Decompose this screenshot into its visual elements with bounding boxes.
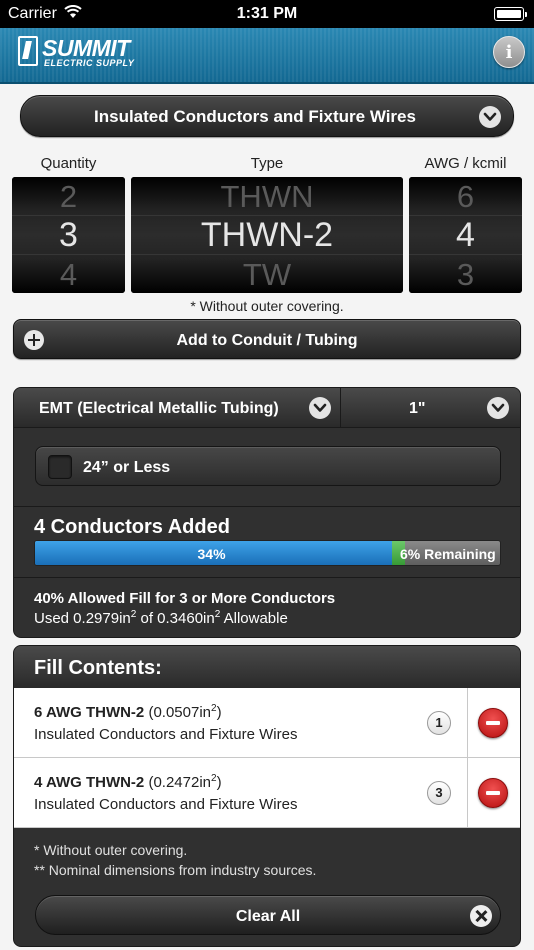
status-bar: Carrier 1:31 PM: [0, 0, 534, 28]
list-item[interactable]: 4 AWG THWN-2 (0.2472in2) Insulated Condu…: [14, 758, 520, 828]
fill-used-text: Used 0.2979in2 of 0.3460in2 Allowable: [34, 609, 288, 628]
picker-option[interactable]: 2: [12, 179, 125, 215]
picker-option[interactable]: 3: [409, 257, 522, 293]
fill-progress-bar: 34% 6% Remaining: [34, 540, 501, 566]
awg-picker[interactable]: 6 4 3: [409, 177, 522, 293]
category-label: Insulated Conductors and Fixture Wires: [94, 107, 416, 126]
remove-item-button[interactable]: [478, 778, 508, 808]
fill-rule-text: 40% Allowed Fill for 3 or More Conductor…: [34, 590, 336, 607]
picker-option[interactable]: 6: [409, 179, 522, 215]
item-name: 4 AWG THWN-2 (0.2472in2): [34, 773, 222, 792]
add-to-conduit-label: Add to Conduit / Tubing: [176, 332, 358, 349]
add-to-conduit-button[interactable]: Add to Conduit / Tubing: [13, 319, 521, 359]
picker-footnote: * Without outer covering.: [190, 298, 344, 314]
summit-logo-mark: [18, 36, 38, 66]
footnote-outer-covering: * Without outer covering.: [34, 842, 188, 858]
conduit-size-dropdown[interactable]: 1": [409, 400, 425, 418]
chevron-down-icon[interactable]: [309, 397, 331, 419]
remove-item-button[interactable]: [478, 708, 508, 738]
conduit-type-dropdown[interactable]: EMT (Electrical Metallic Tubing): [39, 400, 279, 418]
item-name: 6 AWG THWN-2 (0.0507in2): [34, 703, 222, 722]
conductors-added-count: 4 Conductors Added: [34, 516, 230, 538]
type-picker[interactable]: THWN THWN-2 TW: [131, 177, 403, 293]
brand-name: SUMMIT: [42, 35, 130, 61]
picker-option[interactable]: 4: [12, 257, 125, 293]
fill-remaining-label: 6% Remaining: [400, 546, 496, 562]
picker-option[interactable]: TW: [131, 257, 403, 293]
item-category: Insulated Conductors and Fixture Wires: [34, 726, 298, 743]
list-item[interactable]: 6 AWG THWN-2 (0.0507in2) Insulated Condu…: [14, 688, 520, 758]
fill-contents-title: Fill Contents:: [34, 657, 162, 679]
conduit-panel: EMT (Electrical Metallic Tubing) 1" 24” …: [13, 387, 521, 638]
clear-all-button[interactable]: Clear All: [35, 895, 501, 935]
picker-option[interactable]: THWN: [131, 179, 403, 215]
quantity-picker[interactable]: 2 3 4: [12, 177, 125, 293]
category-dropdown[interactable]: Insulated Conductors and Fixture Wires: [20, 95, 514, 137]
item-count-badge: 3: [427, 781, 451, 805]
close-icon: [470, 905, 492, 927]
length-checkbox[interactable]: [48, 455, 72, 479]
type-header: Type: [250, 155, 284, 172]
picker-selected[interactable]: 3: [12, 216, 125, 255]
awg-header: AWG / kcmil: [424, 155, 507, 172]
item-category: Insulated Conductors and Fixture Wires: [34, 796, 298, 813]
item-count-badge: 1: [427, 711, 451, 735]
clock: 1:31 PM: [236, 5, 298, 22]
chevron-down-icon: [479, 106, 501, 128]
chevron-down-icon[interactable]: [487, 397, 509, 419]
fill-contents-panel: Fill Contents: 6 AWG THWN-2 (0.0507in2) …: [13, 645, 521, 947]
fill-used-label: 34%: [197, 546, 226, 562]
clear-all-label: Clear All: [235, 908, 301, 925]
quantity-header: Quantity: [40, 155, 97, 172]
conduit-selector-bar: EMT (Electrical Metallic Tubing) 1": [14, 388, 520, 428]
info-icon: i: [505, 42, 513, 63]
app-header: SUMMIT ELECTRIC SUPPLY i: [0, 28, 534, 84]
length-option-label: 24” or Less: [83, 459, 171, 476]
brand-subtitle: ELECTRIC SUPPLY: [44, 58, 135, 68]
picker-selected[interactable]: 4: [409, 216, 522, 255]
picker-selected[interactable]: THWN-2: [131, 216, 403, 255]
length-option-toggle[interactable]: 24” or Less: [35, 446, 501, 486]
info-button[interactable]: i: [493, 36, 525, 68]
footnote-nominal-dimensions: ** Nominal dimensions from industry sour…: [34, 862, 317, 878]
battery-icon: [494, 7, 527, 21]
